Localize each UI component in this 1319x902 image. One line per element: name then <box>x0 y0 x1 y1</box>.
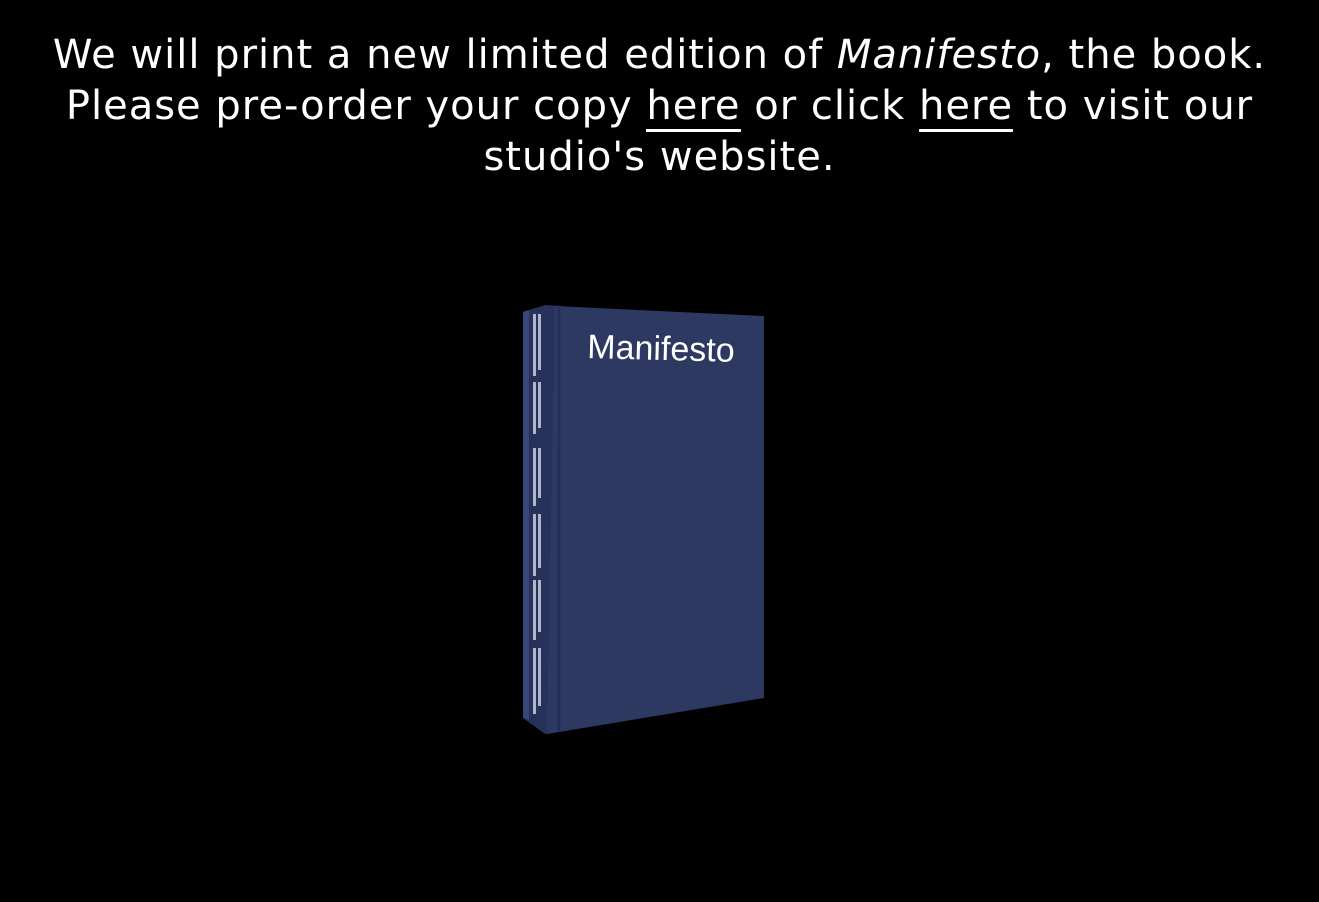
book-spine-edge <box>523 310 529 720</box>
book-3d-model[interactable]: Manifesto <box>515 300 775 740</box>
book-front-cover <box>547 306 764 734</box>
book-stage: Manifesto <box>0 0 1319 902</box>
book-cover-title: Manifesto <box>587 328 735 370</box>
